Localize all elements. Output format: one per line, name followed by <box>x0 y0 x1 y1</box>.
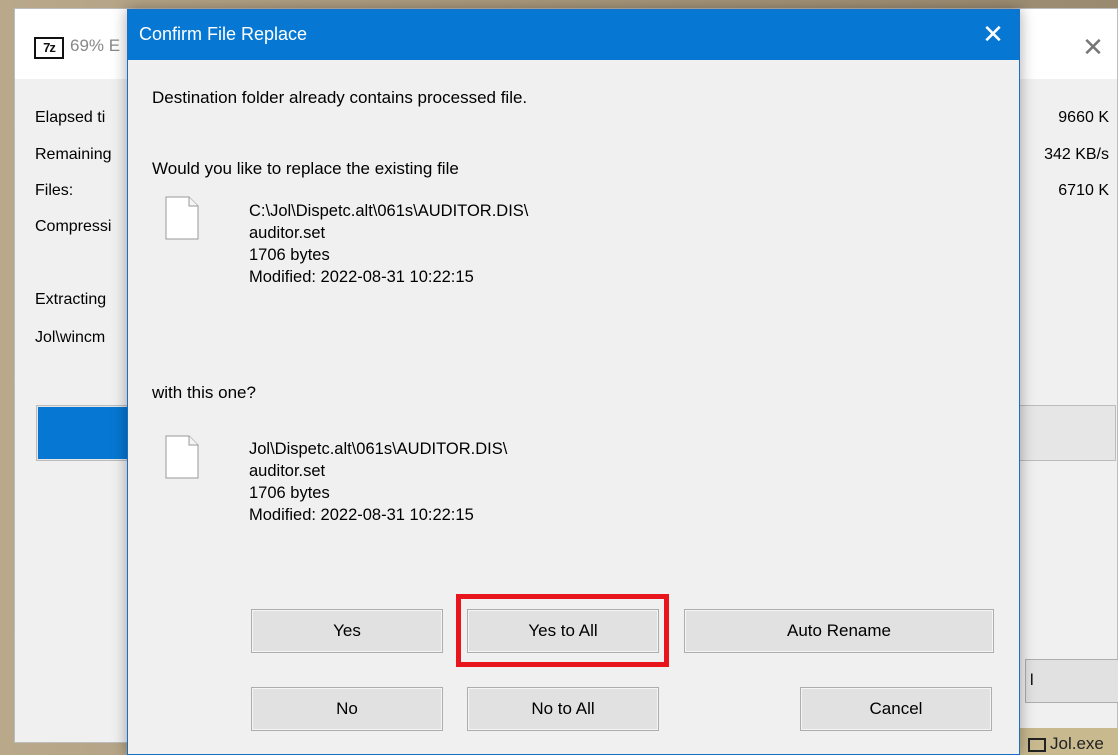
confirm-file-replace-dialog: Confirm File Replace ✕ Destination folde… <box>127 9 1020 755</box>
processed-value: 6710 K <box>1058 182 1109 199</box>
extracting-label: Extracting <box>35 291 107 308</box>
replace-question: Would you like to replace the existing f… <box>152 159 459 178</box>
new-file-size: 1706 bytes <box>249 484 330 502</box>
destination-message: Destination folder already contains proc… <box>152 88 528 107</box>
speed-value: 342 KB/s <box>1044 146 1109 163</box>
dialog-title: Confirm File Replace <box>139 24 308 44</box>
background-window-title: 69% E <box>70 36 121 55</box>
existing-file-name: auditor.set <box>249 224 326 242</box>
new-file-path: Jol\Dispetc.alt\061s\AUDITOR.DIS\ <box>249 440 508 458</box>
new-file-modified: Modified: 2022-08-31 10:22:15 <box>249 506 474 524</box>
yes-to-all-button[interactable]: Yes to All <box>467 609 659 653</box>
auto-rename-button[interactable]: Auto Rename <box>684 609 994 653</box>
compression-label: Compressi <box>35 218 112 235</box>
no-button[interactable]: No <box>251 687 443 731</box>
background-close-icon[interactable]: ✕ <box>1073 29 1113 65</box>
close-icon[interactable]: ✕ <box>967 10 1019 60</box>
no-to-all-button[interactable]: No to All <box>467 687 659 731</box>
existing-file-size: 1706 bytes <box>249 246 330 264</box>
existing-file-path: C:\Jol\Dispetc.alt\061s\AUDITOR.DIS\ <box>249 202 529 220</box>
existing-file-info: C:\Jol\Dispetc.alt\061s\AUDITOR.DIS\ aud… <box>249 200 528 288</box>
7zip-app-icon: 7z <box>34 37 64 59</box>
files-label: Files: <box>35 182 74 199</box>
existing-file-icon <box>165 196 199 240</box>
new-file-info: Jol\Dispetc.alt\061s\AUDITOR.DIS\ audito… <box>249 438 507 526</box>
new-file-name: auditor.set <box>249 462 326 480</box>
cancel-button[interactable]: Cancel <box>800 687 992 731</box>
desktop: 7z 69% E ✕ Elapsed ti Remaining Files: C… <box>0 0 1118 755</box>
taskbar-item-label: Jol.exe <box>1050 734 1104 753</box>
7zip-taskbar-icon <box>1028 737 1046 752</box>
size-value: 9660 K <box>1058 109 1109 126</box>
with-this-one-prompt: with this one? <box>152 383 256 402</box>
dialog-titlebar: Confirm File Replace ✕ <box>128 10 1019 60</box>
remaining-time-label: Remaining <box>35 146 112 163</box>
background-button[interactable]: l <box>1025 659 1118 703</box>
current-path-label: Jol\wincm <box>35 329 106 346</box>
taskbar-item[interactable]: Jol.exe <box>1020 728 1118 755</box>
elapsed-time-label: Elapsed ti <box>35 109 106 126</box>
new-file-icon <box>165 435 199 479</box>
yes-button[interactable]: Yes <box>251 609 443 653</box>
existing-file-modified: Modified: 2022-08-31 10:22:15 <box>249 268 474 286</box>
